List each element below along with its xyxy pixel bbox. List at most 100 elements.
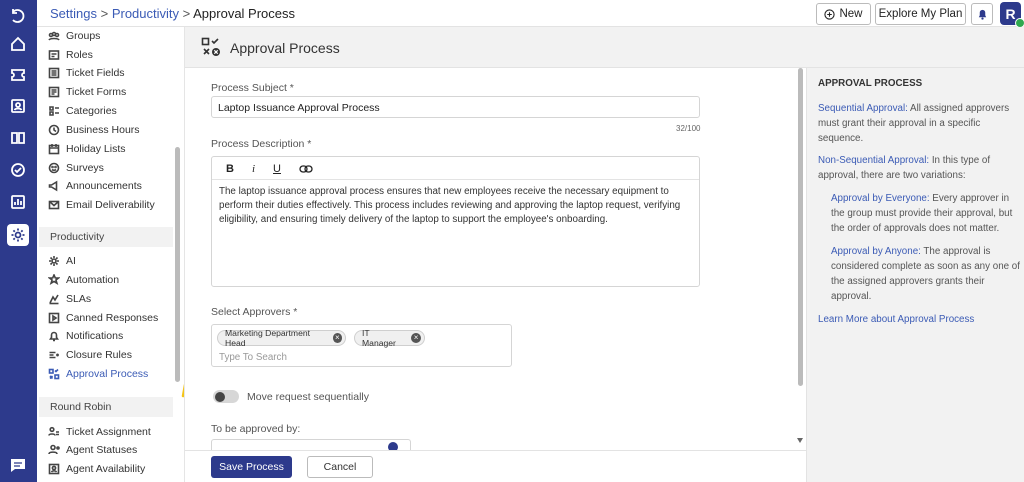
sidebar-item-label: Surveys — [66, 162, 104, 174]
reports-icon[interactable] — [8, 192, 28, 212]
sidebar-item-business-hours[interactable]: Business Hours — [48, 121, 140, 139]
approvers-select[interactable]: Marketing Department Head × IT Manager × T… — [211, 324, 512, 367]
closure-icon — [49, 351, 60, 359]
sidebar-item-agent-availability[interactable]: Agent Availability — [48, 460, 145, 478]
bell-icon — [49, 331, 59, 342]
megaphone-icon — [48, 180, 58, 192]
sidebar-item-label: Categories — [66, 105, 117, 117]
sidebar-item-label: Approval Process — [66, 368, 149, 380]
sidebar-item-groups[interactable]: Groups — [48, 27, 100, 45]
sidebar-item-ticket-forms[interactable]: Ticket Forms — [48, 83, 126, 101]
new-button[interactable]: New — [816, 3, 871, 25]
sidebar-item-surveys[interactable]: Surveys — [48, 159, 104, 177]
description-editor[interactable]: B i U The laptop issuance approval proce… — [211, 156, 700, 287]
toggle-knob — [215, 391, 225, 402]
sidebar-item-ai[interactable]: AI — [48, 252, 76, 270]
subject-char-count: 32/100 — [676, 124, 701, 133]
scroll-down-icon[interactable] — [797, 438, 803, 443]
help-seq-title: Sequential Approval: — [818, 103, 908, 114]
page-header: Approval Process — [185, 27, 1024, 68]
subject-input[interactable]: Laptop Issuance Approval Process — [211, 96, 700, 118]
approvers-label: Select Approvers * — [211, 306, 298, 318]
sidebar-item-label: Business Hours — [66, 124, 140, 136]
avatar[interactable]: R — [1000, 2, 1024, 28]
sidebar-item-agent-statuses[interactable]: Agent Statuses — [48, 441, 137, 459]
breadcrumb-settings[interactable]: Settings — [50, 6, 97, 21]
help-sequential: Sequential Approval: All assigned approv… — [818, 101, 1018, 146]
form-footer: Save Process Cancel — [185, 450, 806, 482]
italic-button[interactable]: i — [252, 163, 255, 175]
sidebar-item-closure-rules[interactable]: Closure Rules — [48, 346, 132, 364]
notifications-button[interactable] — [971, 3, 993, 25]
app-rail — [0, 0, 37, 482]
bold-button[interactable]: B — [226, 163, 234, 175]
to-be-approved-label: To be approved by: — [211, 423, 301, 435]
save-process-button[interactable]: Save Process — [211, 456, 292, 478]
sidebar-item-slas[interactable]: SLAs — [48, 290, 91, 308]
approver-chip: Marketing Department Head × — [217, 328, 346, 348]
mail-icon — [48, 200, 60, 210]
calendar-icon — [48, 144, 60, 155]
approver-chip-label: Marketing Department Head — [225, 328, 311, 348]
sidebar-item-label: Agent Availability — [66, 463, 146, 475]
link-icon[interactable] — [299, 164, 313, 174]
settings-icon[interactable] — [7, 224, 29, 246]
plus-circle-icon — [824, 8, 836, 20]
sidebar-item-label: Ticket Assignment — [66, 426, 151, 438]
sidebar-item-approval-process[interactable]: Approval Process — [48, 365, 148, 383]
sidebar-item-label: Closure Rules — [66, 349, 132, 361]
learn-more-link[interactable]: Learn More about Approval Process — [818, 314, 974, 325]
logo-icon[interactable] — [8, 6, 28, 26]
remove-chip-icon[interactable]: × — [332, 333, 342, 343]
sidebar-item-ticket-assignment[interactable]: Ticket Assignment — [48, 423, 151, 441]
sidebar-item-ticket-fields[interactable]: Ticket Fields — [48, 64, 125, 82]
underline-button[interactable]: U — [273, 163, 281, 175]
help-anyone: Approval by Anyone: The approval is cons… — [831, 244, 1021, 304]
categories-icon — [49, 106, 59, 116]
scrollbar-thumb[interactable] — [798, 68, 803, 386]
sidebar-item-label: Notifications — [66, 330, 124, 342]
sidebar-item-canned-responses[interactable]: Canned Responses — [48, 309, 158, 327]
sequential-toggle[interactable] — [213, 390, 239, 403]
help-heading: APPROVAL PROCESS — [818, 78, 923, 89]
contacts-icon[interactable] — [8, 96, 28, 116]
form-scrollbar[interactable] — [797, 68, 806, 448]
sla-icon — [49, 294, 59, 305]
sidebar-item-notifications[interactable]: Notifications — [48, 327, 123, 345]
sidebar-item-categories[interactable]: Categories — [48, 102, 117, 120]
avatar-initial: R — [1005, 5, 1016, 22]
sidebar-item-label: Ticket Forms — [66, 86, 127, 98]
select-indicator-icon — [388, 442, 398, 450]
tickets-icon[interactable] — [8, 65, 28, 85]
ticket-fields-icon — [48, 67, 60, 79]
description-label: Process Description * — [211, 138, 312, 150]
explore-plan-button[interactable]: Explore My Plan — [875, 3, 966, 25]
cancel-button[interactable]: Cancel — [307, 456, 373, 478]
sidebar-item-holiday-lists[interactable]: Holiday Lists — [48, 140, 126, 158]
approver-chip: IT Manager × — [354, 328, 425, 348]
approval-mode-select[interactable] — [211, 439, 411, 450]
sidebar-scrollbar[interactable] — [175, 147, 180, 382]
sidebar-item-automation[interactable]: Automation — [48, 271, 119, 289]
breadcrumb-current: Approval Process — [193, 6, 296, 21]
sidebar-item-roles[interactable]: Roles — [48, 46, 93, 64]
sidebar-item-label: AI — [66, 255, 76, 267]
breadcrumb-separator: > — [179, 6, 194, 21]
remove-chip-icon[interactable]: × — [411, 333, 421, 343]
home-icon[interactable] — [8, 34, 28, 54]
sidebar-group-productivity: Productivity — [39, 227, 173, 247]
breadcrumb-productivity[interactable]: Productivity — [112, 6, 179, 21]
clock-icon — [48, 124, 60, 136]
assignment-icon — [48, 426, 59, 436]
approvers-search-input[interactable]: Type To Search — [219, 352, 287, 363]
sequential-toggle-label: Move request sequentially — [247, 391, 369, 403]
knowledge-base-icon[interactable] — [8, 128, 28, 148]
automation-icon — [48, 274, 60, 286]
sidebar-item-label: Ticket Fields — [66, 67, 125, 79]
sidebar-item-announcements[interactable]: Announcements — [48, 177, 142, 195]
tasks-icon[interactable] — [8, 160, 28, 180]
chat-icon[interactable] — [7, 455, 29, 475]
sidebar-item-email-deliverability[interactable]: Email Deliverability — [48, 196, 155, 214]
ticket-forms-icon — [48, 86, 60, 98]
canned-icon — [48, 312, 60, 324]
